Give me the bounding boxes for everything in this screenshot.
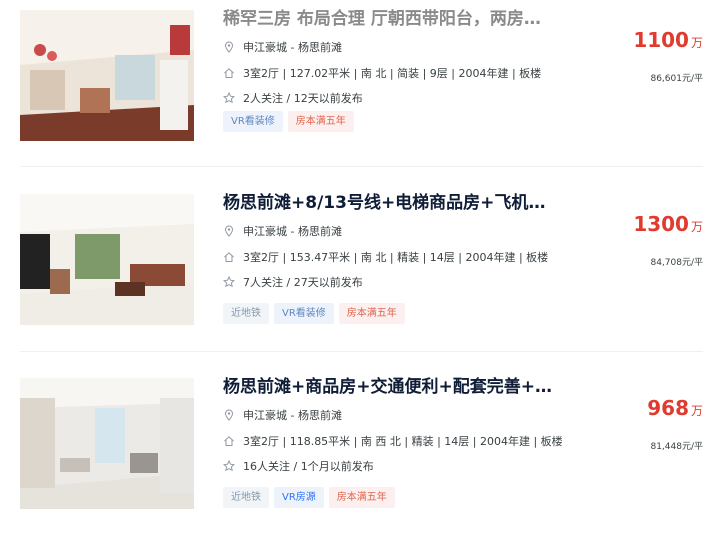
- listing-divider: [20, 166, 703, 167]
- star-icon: [223, 92, 235, 104]
- listing-title[interactable]: 杨思前滩+8/13号线+电梯商品房+飞机户型+南北通透: [223, 189, 553, 217]
- price-unit: 万: [690, 36, 703, 50]
- house-info: 3室2厅 | 153.47平米 | 南 北 | 精装 | 14层 | 2004年…: [243, 251, 549, 264]
- price-number: 1300: [633, 212, 689, 236]
- tag-five-years: 房本满五年: [338, 303, 405, 324]
- listing-photo[interactable]: [20, 378, 194, 509]
- tag-near-subway: 近地铁: [223, 303, 269, 324]
- community-link[interactable]: 申江豪城: [243, 41, 287, 54]
- tag-vr-decor[interactable]: VR看装修: [274, 303, 334, 324]
- price-number: 968: [647, 396, 689, 420]
- location-separator: -: [287, 225, 298, 238]
- price-number: 1100: [633, 28, 689, 52]
- follow-row: 7人关注 / 27天以前发布: [223, 276, 363, 290]
- unit-price: 81,448元/平: [650, 442, 703, 452]
- map-pin-icon: [224, 225, 234, 237]
- location-row: 申江豪城 - 杨思前滩: [223, 409, 342, 423]
- price-unit: 万: [690, 220, 703, 234]
- total-price: 968 万: [647, 396, 703, 420]
- listing-title[interactable]: 稀罕三房 布局合理 厅朝西带阳台，两房朝南 南北通透: [223, 5, 553, 33]
- total-price: 1300 万: [633, 212, 703, 236]
- house-info-row: 3室2厅 | 118.85平米 | 南 西 北 | 精装 | 14层 | 200…: [223, 435, 563, 449]
- location-row: 申江豪城 - 杨思前滩: [223, 225, 342, 239]
- follow-row: 2人关注 / 12天以前发布: [223, 92, 363, 106]
- location-separator: -: [287, 41, 298, 54]
- tag-vr-listing[interactable]: VR房源: [274, 487, 324, 508]
- house-info: 3室2厅 | 127.02平米 | 南 北 | 简装 | 9层 | 2004年建…: [243, 67, 542, 80]
- area-link[interactable]: 杨思前滩: [298, 409, 342, 422]
- total-price: 1100 万: [633, 28, 703, 52]
- star-icon: [223, 460, 235, 472]
- house-info-row: 3室2厅 | 127.02平米 | 南 北 | 简装 | 9层 | 2004年建…: [223, 67, 541, 81]
- tag-five-years: 房本满五年: [328, 487, 395, 508]
- tag-list: 近地铁 VR看装修 房本满五年: [223, 301, 410, 324]
- living-room-photo: [20, 194, 194, 325]
- listing-card[interactable]: 杨思前滩+8/13号线+电梯商品房+飞机户型+南北通透 申江豪城 - 杨思前滩 …: [0, 184, 721, 364]
- location-row: 申江豪城 - 杨思前滩: [223, 41, 342, 55]
- unit-price: 86,601元/平: [650, 74, 703, 84]
- house-info-row: 3室2厅 | 153.47平米 | 南 北 | 精装 | 14层 | 2004年…: [223, 251, 548, 265]
- house-info: 3室2厅 | 118.85平米 | 南 西 北 | 精装 | 14层 | 200…: [243, 435, 563, 448]
- follow-row: 16人关注 / 1个月以前发布: [223, 460, 374, 474]
- map-pin-icon: [224, 41, 234, 53]
- community-link[interactable]: 申江豪城: [243, 225, 287, 238]
- tag-vr-decor[interactable]: VR看装修: [223, 111, 283, 132]
- listing-photo[interactable]: [20, 10, 194, 141]
- follow-info: 7人关注 / 27天以前发布: [243, 276, 363, 289]
- map-pin-icon: [224, 409, 234, 421]
- follow-info: 2人关注 / 12天以前发布: [243, 92, 363, 105]
- location-separator: -: [287, 409, 298, 422]
- living-room-photo: [20, 378, 194, 509]
- follow-info: 16人关注 / 1个月以前发布: [243, 460, 374, 473]
- living-room-photo: [20, 10, 194, 141]
- tag-list: VR看装修 房本满五年: [223, 109, 359, 132]
- price-unit: 万: [690, 404, 703, 418]
- listing-photo[interactable]: [20, 194, 194, 325]
- listing-title[interactable]: 杨思前滩+商品房+交通便利+配套完善+精装修: [223, 373, 553, 401]
- unit-price: 84,708元/平: [650, 258, 703, 268]
- community-link[interactable]: 申江豪城: [243, 409, 287, 422]
- area-link[interactable]: 杨思前滩: [298, 225, 342, 238]
- star-icon: [223, 276, 235, 288]
- listing-divider: [20, 351, 703, 352]
- area-link[interactable]: 杨思前滩: [298, 41, 342, 54]
- house-icon: [224, 436, 234, 446]
- house-icon: [224, 68, 234, 78]
- tag-five-years: 房本满五年: [287, 111, 354, 132]
- tag-list: 近地铁 VR房源 房本满五年: [223, 485, 400, 508]
- listing-card[interactable]: 杨思前滩+商品房+交通便利+配套完善+精装修 申江豪城 - 杨思前滩 3室2厅 …: [0, 368, 721, 548]
- tag-near-subway: 近地铁: [223, 487, 269, 508]
- house-icon: [224, 252, 234, 262]
- listing-card[interactable]: 稀罕三房 布局合理 厅朝西带阳台，两房朝南 南北通透 申江豪城 - 杨思前滩 3…: [0, 0, 721, 180]
